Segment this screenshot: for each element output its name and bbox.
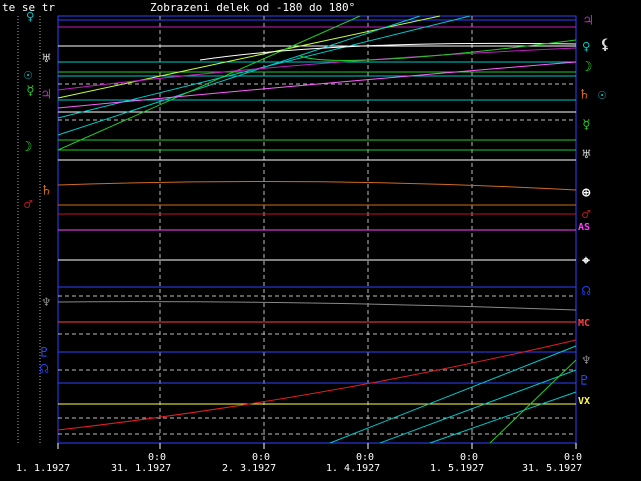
date-label: 1. 1.1927 bbox=[16, 463, 71, 474]
earth-icon: ⊕ bbox=[582, 185, 591, 201]
series-curve-2 bbox=[57, 339, 577, 431]
pluto-icon: ♇ bbox=[40, 345, 49, 361]
time-label: 0:0 bbox=[356, 452, 375, 463]
node-icon: ☊ bbox=[582, 283, 591, 299]
moon-icon: ☽ bbox=[584, 59, 593, 75]
sun-icon: ☉ bbox=[24, 67, 33, 83]
saturn-icon: ♄ bbox=[580, 87, 589, 103]
saturn-icon: ♄ bbox=[42, 183, 51, 199]
date-label: 1. 4.1927 bbox=[326, 463, 381, 474]
series-curve-6 bbox=[57, 15, 361, 151]
vertex-label: VX bbox=[578, 396, 591, 407]
series-curve-13 bbox=[489, 359, 577, 444]
date-label: 2. 3.1927 bbox=[222, 463, 277, 474]
lilith-icon: ⚸ bbox=[600, 37, 611, 53]
jupiter-icon: ♃ bbox=[584, 13, 593, 29]
sun-icon: ☉ bbox=[598, 87, 607, 103]
venus-icon: ♀ bbox=[26, 9, 35, 25]
time-label: 0:0 bbox=[564, 452, 583, 463]
node-icon: ☊ bbox=[40, 361, 49, 377]
time-label: 0:0 bbox=[148, 452, 167, 463]
moon-icon: ☽ bbox=[24, 139, 33, 155]
neptune-icon: ♆ bbox=[42, 295, 51, 311]
series-curve-10 bbox=[329, 345, 577, 444]
date-label: 1. 5.1927 bbox=[430, 463, 485, 474]
midheaven-label: MC bbox=[578, 318, 591, 329]
uranus-icon: ♅ bbox=[582, 147, 591, 163]
chart-canvas bbox=[17, 15, 577, 449]
mars-icon: ♂ bbox=[582, 207, 591, 223]
series-curve-1 bbox=[57, 301, 577, 311]
neptune-icon: ♆ bbox=[582, 353, 591, 369]
ascendant-label: AS bbox=[578, 222, 591, 233]
series-curve-0 bbox=[57, 180, 577, 191]
time-label: 0:0 bbox=[460, 452, 479, 463]
mercury-icon: ☿ bbox=[26, 83, 35, 99]
mars-icon: ♂ bbox=[24, 197, 33, 213]
jupiter-icon: ♃ bbox=[42, 87, 51, 103]
vertex-cross-icon: ⌖ bbox=[582, 253, 590, 269]
uranus-icon: ♅ bbox=[42, 51, 51, 67]
venus-icon: ♀ bbox=[582, 39, 591, 55]
series-curve-8 bbox=[57, 61, 577, 109]
time-label: 0:0 bbox=[252, 452, 271, 463]
page-title: Zobrazeni delek od -180 do 180° bbox=[150, 1, 356, 14]
mercury-icon: ☿ bbox=[582, 117, 591, 133]
date-label: 31. 5.1927 bbox=[522, 463, 583, 474]
pluto-icon: ♇ bbox=[580, 373, 589, 389]
date-label: 31. 1.1927 bbox=[111, 463, 172, 474]
series-curve-11 bbox=[379, 369, 577, 444]
